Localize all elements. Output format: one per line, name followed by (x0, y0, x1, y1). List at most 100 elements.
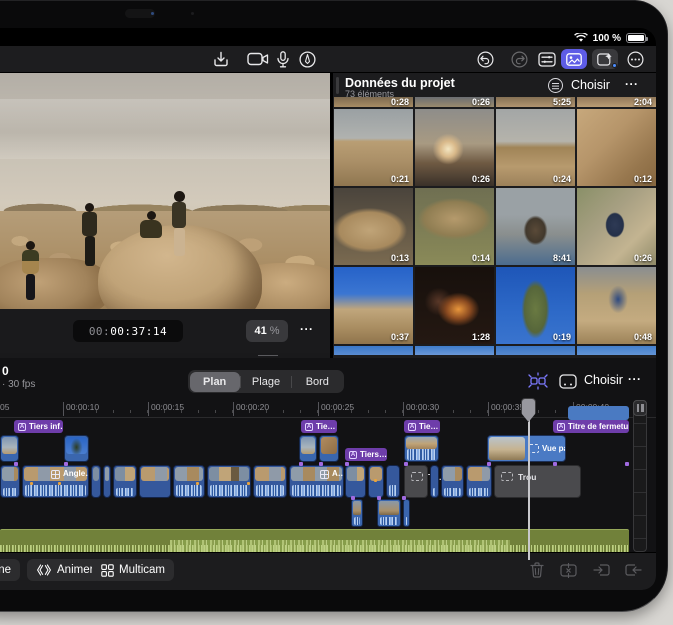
storyline-clip[interactable] (441, 465, 464, 498)
connect-clip-button[interactable] (526, 370, 550, 392)
playhead-handle[interactable] (521, 398, 536, 422)
mode-bord[interactable]: Bord (292, 372, 342, 392)
storyline-clip[interactable] (345, 465, 366, 498)
connected-clip[interactable] (0, 435, 19, 462)
gap-icon (411, 472, 423, 481)
effects-button[interactable] (592, 49, 618, 69)
multicam-label: Multicam (119, 564, 165, 576)
storyline-clip[interactable] (113, 465, 137, 498)
audio-clip[interactable] (0, 529, 629, 553)
media-thumbnail[interactable]: 0:37 (334, 267, 413, 344)
more-button[interactable] (624, 49, 646, 69)
video-preview[interactable] (0, 73, 330, 309)
media-thumbnail[interactable] (415, 346, 494, 355)
blade-clip-button[interactable] (558, 561, 578, 579)
ruler-label: 00:00:20 (236, 402, 269, 412)
connected-clip[interactable] (64, 435, 89, 462)
connected-clip-below[interactable] (403, 499, 410, 527)
storyline-clip[interactable] (103, 465, 111, 498)
connected-clip-vue-pano[interactable]: Vue pano… (487, 435, 566, 462)
storyline-clip[interactable] (466, 465, 492, 498)
overwrite-clip-button[interactable] (623, 561, 643, 579)
storyline-clip[interactable] (253, 465, 287, 498)
media-thumbnail[interactable]: 0:21 (334, 109, 413, 186)
media-thumbnail[interactable]: 0:13 (334, 188, 413, 265)
mode-plage[interactable]: Plage (241, 372, 291, 392)
title-clip[interactable]: A Tie… (404, 420, 440, 433)
media-thumbnail[interactable] (577, 346, 656, 355)
browser-accent-bar (336, 77, 339, 94)
browser-more-button[interactable]: ··· (625, 77, 639, 91)
title-clip[interactable]: A Tiers… (345, 448, 387, 461)
clip-duration: 0:13 (391, 253, 409, 263)
media-thumbnail[interactable] (496, 346, 575, 355)
record-audio-button[interactable] (272, 49, 294, 69)
media-thumbnail[interactable]: 2:04 (577, 97, 656, 107)
keyframe-icon (36, 564, 52, 576)
timeline-zoom-control[interactable] (633, 400, 647, 416)
overlay-clip-button[interactable] (558, 371, 578, 391)
zoom-level-button[interactable]: 41 % (246, 320, 288, 342)
timecode-display[interactable]: 00:00:37:14 (73, 320, 183, 342)
browser-choose-button[interactable]: Choisir (571, 78, 610, 92)
connected-clip-below[interactable] (351, 499, 363, 527)
filter-icon[interactable] (548, 78, 563, 93)
media-thumbnail[interactable]: 0:19 (496, 267, 575, 344)
title-clip[interactable]: A Tiers inf… (14, 420, 63, 433)
pencil-tools-button[interactable] (296, 49, 318, 69)
storyline-clip[interactable] (0, 465, 20, 498)
delete-button[interactable] (527, 561, 547, 579)
storyline-clip[interactable] (430, 465, 439, 498)
storyline-clip[interactable] (207, 465, 251, 498)
title-clip-bar[interactable] (568, 406, 629, 420)
timeline-pane: 0 · 30 fps Plan Plage Bord Choisir ··· (0, 358, 656, 552)
import-button[interactable] (210, 49, 232, 69)
media-thumbnail[interactable]: 1:28 (415, 267, 494, 344)
storyline-clip[interactable] (139, 465, 171, 498)
trim-button-partial[interactable]: ne (0, 559, 20, 581)
media-browser-button[interactable] (561, 49, 587, 69)
media-thumbnail[interactable]: 5:25 (496, 97, 575, 107)
ruler-label: 00:00:35 (491, 402, 524, 412)
media-thumbnail[interactable]: 0:26 (415, 97, 494, 107)
media-thumbnail[interactable]: 0:48 (577, 267, 656, 344)
connected-clip[interactable] (299, 435, 317, 462)
redo-button[interactable] (508, 49, 530, 69)
media-grid: 0:28 0:26 5:25 2:04 0:21 0:26 0:24 0:12 … (334, 97, 656, 358)
inspector-button[interactable] (536, 49, 558, 69)
media-thumbnail[interactable]: 0:26 (577, 188, 656, 265)
clip-duration: 0:28 (391, 97, 409, 107)
media-thumbnail[interactable]: 0:24 (496, 109, 575, 186)
media-thumbnail[interactable]: 0:14 (415, 188, 494, 265)
multicam-button[interactable]: Multicam (92, 559, 174, 581)
timeline-choose-button[interactable]: Choisir (584, 373, 623, 387)
storyline-clip[interactable] (173, 465, 205, 498)
mode-plan[interactable]: Plan (190, 372, 240, 392)
viewer-more-button[interactable]: ··· (300, 322, 314, 336)
media-thumbnail[interactable] (334, 346, 413, 355)
record-video-button[interactable] (244, 49, 272, 69)
title-clip[interactable]: A Titre de fermeture (553, 420, 629, 433)
playhead-line[interactable] (528, 400, 530, 560)
timeline-more-button[interactable]: ··· (628, 372, 642, 386)
connected-clip[interactable] (404, 435, 439, 462)
media-thumbnail[interactable]: 0:12 (577, 109, 656, 186)
storyline-clip[interactable] (386, 465, 400, 498)
gap-icon (501, 472, 513, 481)
storyline-clip[interactable] (91, 465, 101, 498)
media-thumbnail[interactable]: 0:26 (415, 109, 494, 186)
undo-button[interactable] (474, 49, 496, 69)
gap-clip-trou[interactable]: Trou (494, 465, 581, 498)
person-sitting (140, 211, 162, 238)
gap-clip[interactable]: T… (404, 465, 428, 498)
timeline-overview-scrollbar[interactable] (633, 400, 647, 552)
connected-clip-below[interactable] (377, 499, 401, 527)
keyframe-marker (58, 482, 61, 485)
connected-clip[interactable] (319, 435, 339, 462)
storyline-clip-multicam[interactable]: A… (289, 465, 344, 498)
media-thumbnail[interactable]: 0:28 (334, 97, 413, 107)
media-thumbnail[interactable]: 8:41 (496, 188, 575, 265)
insert-clip-button[interactable] (591, 561, 611, 579)
timeline-ruler[interactable]: 05 00:00:10 00:00:15 00:00:20 00:00:25 0… (0, 398, 656, 418)
title-clip[interactable]: A Tie… (301, 420, 337, 433)
